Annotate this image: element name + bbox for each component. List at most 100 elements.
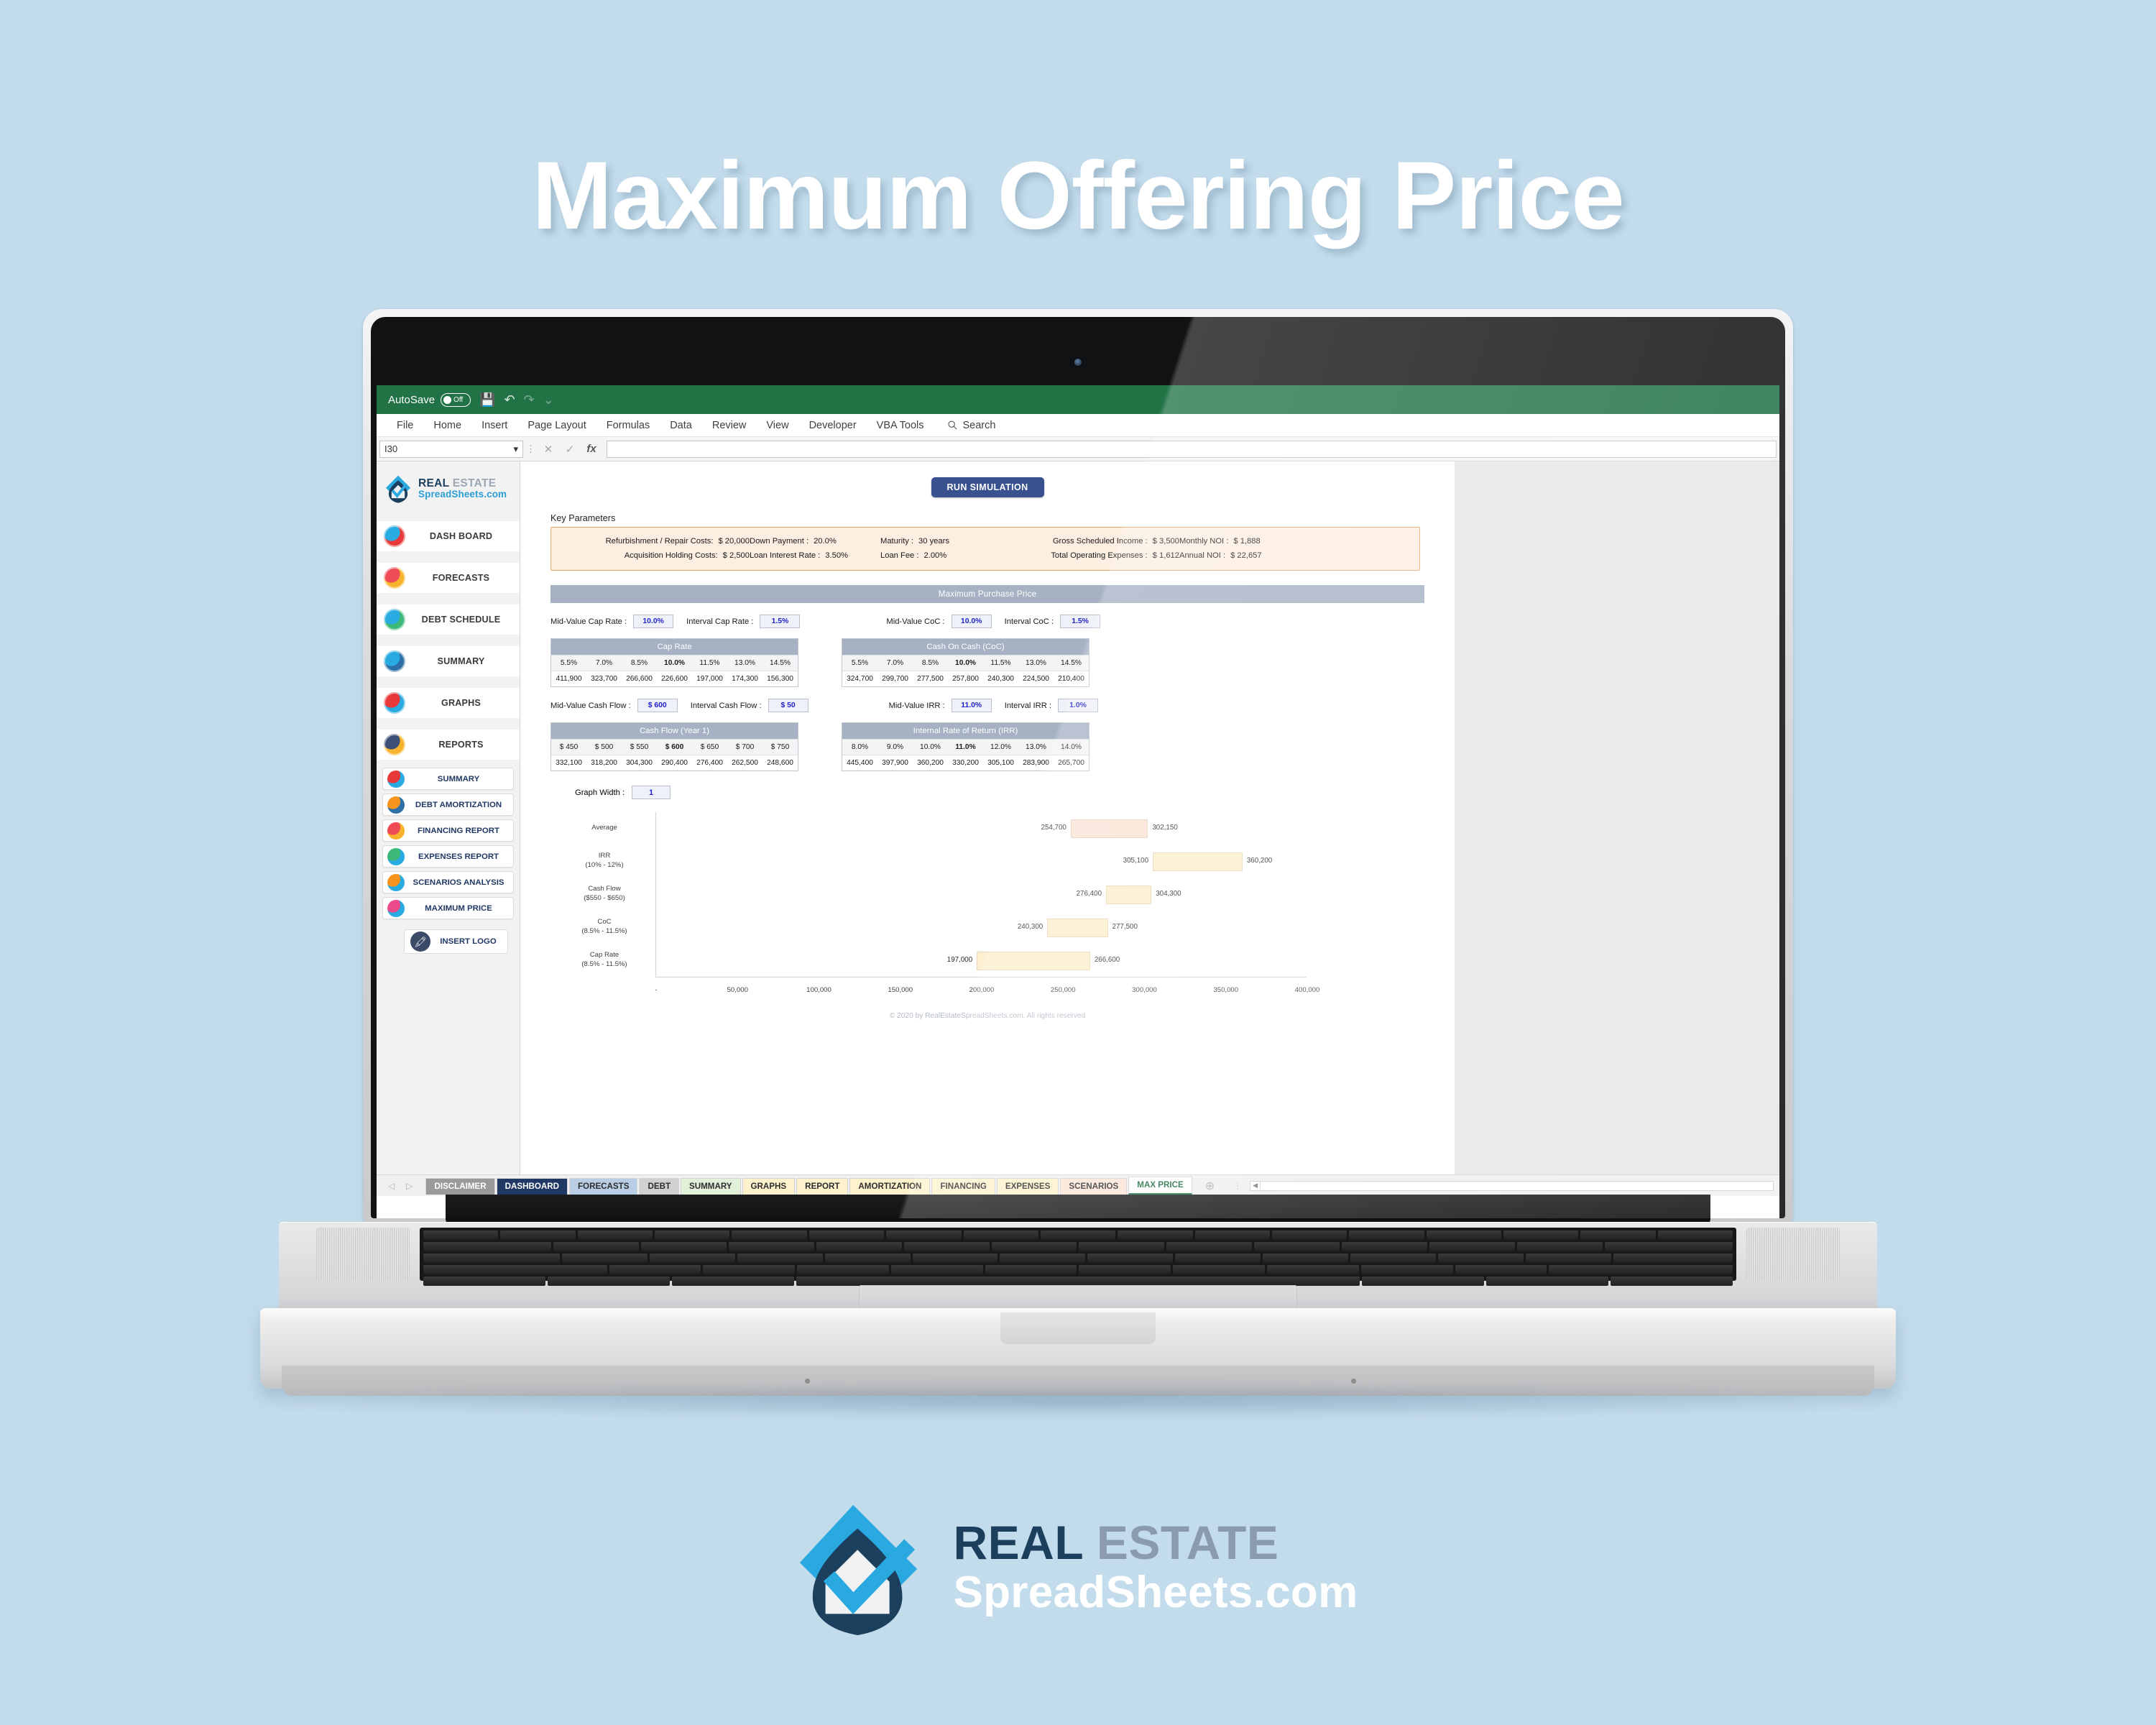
table-header-cell: $ 450 xyxy=(551,739,586,755)
table-value-cell: 397,900 xyxy=(877,755,913,770)
tab-prev-icon[interactable]: ◁ xyxy=(388,1181,395,1191)
sidebar-item-debt-amortization[interactable]: DEBT AMORTIZATION xyxy=(382,794,514,816)
table-header-cell: 7.0% xyxy=(877,655,913,671)
keyboard-key xyxy=(423,1265,607,1274)
mid-value-cash-flow-input[interactable]: $ 600 xyxy=(637,699,678,712)
sidebar-item-maximum-price[interactable]: MAXIMUM PRICE xyxy=(382,897,514,919)
undo-icon[interactable]: ↶ xyxy=(504,392,515,408)
sidebar-item-reports[interactable]: REPORTS xyxy=(377,729,520,760)
sheet-tab-graphs[interactable]: GRAPHS xyxy=(742,1178,796,1195)
sheet-tab-debt[interactable]: DEBT xyxy=(639,1178,680,1195)
ribbon-tab-data[interactable]: Data xyxy=(660,414,702,437)
ribbon-tab-review[interactable]: Review xyxy=(702,414,757,437)
ribbon-tab-page-layout[interactable]: Page Layout xyxy=(517,414,596,437)
tab-split-handle[interactable]: ⋮ xyxy=(1226,1181,1250,1191)
interval-coc-input[interactable]: 1.5% xyxy=(1060,615,1101,628)
mid-value-coc-input[interactable]: 10.0% xyxy=(951,615,992,628)
sheet-tab-expenses[interactable]: EXPENSES xyxy=(996,1178,1059,1195)
add-sheet-icon[interactable]: ⊕ xyxy=(1194,1179,1226,1193)
key-parameters-panel: Refurbishment / Repair Costs: $ 20,000 Dow… xyxy=(550,527,1420,571)
financing-icon xyxy=(387,822,405,840)
laptop-latch-notch xyxy=(1000,1312,1156,1344)
table-header-cell: 10.0% xyxy=(657,655,692,671)
sidebar-item-summary[interactable]: SUMMARY xyxy=(377,645,520,677)
interval-cash-flow-input[interactable]: $ 50 xyxy=(768,699,808,712)
sheet-tab-report[interactable]: REPORT xyxy=(796,1178,849,1195)
sheet-tab-dashboard[interactable]: DASHBOARD xyxy=(496,1178,568,1195)
keyboard-row xyxy=(423,1265,1733,1274)
sheet-tab-amortization[interactable]: AMORTIZATION xyxy=(849,1178,931,1195)
ribbon-tab-formulas[interactable]: Formulas xyxy=(596,414,660,437)
chevron-down-icon[interactable]: ▾ xyxy=(513,443,518,455)
sidebar-item-debt-schedule[interactable]: DEBT SCHEDULE xyxy=(377,604,520,635)
chart-category-line-2: (8.5% - 11.5%) xyxy=(581,960,627,968)
ribbon-tab-developer[interactable]: Developer xyxy=(799,414,867,437)
key-parameter-value: $ 1,888 xyxy=(1233,537,1261,546)
ribbon-search[interactable]: Search xyxy=(947,420,995,431)
run-simulation-button[interactable]: RUN SIMULATION xyxy=(931,477,1044,497)
key-parameter: Acquisition Holding Costs: $ 2,500 xyxy=(561,551,750,560)
brand-line-2: SpreadSheets.com xyxy=(418,489,507,500)
sheet-scroll-area[interactable]: RUN SIMULATION Key Parameters Refurbishm… xyxy=(520,461,1779,1174)
formula-bar-handle[interactable]: ⋮ xyxy=(526,443,536,455)
table-value-cell: 197,000 xyxy=(692,671,727,686)
table-title: Cash Flow (Year 1) xyxy=(551,723,798,739)
keyboard-key xyxy=(1455,1265,1547,1274)
speaker-grille-right xyxy=(1746,1228,1840,1281)
ribbon-tab-strip: File Home Insert Page Layout Formulas Da… xyxy=(377,414,1779,437)
ribbon-tab-file[interactable]: File xyxy=(387,414,423,437)
search-icon xyxy=(947,420,957,430)
sidebar-item-dash-board[interactable]: DASH BOARD xyxy=(377,520,520,552)
tab-nav-arrows[interactable]: ◁ ▷ xyxy=(381,1181,425,1191)
sidebar-item-label: SUMMARY xyxy=(437,656,485,666)
table-title: Cap Rate xyxy=(551,639,798,655)
tab-next-icon[interactable]: ▷ xyxy=(406,1181,413,1191)
save-icon[interactable]: 💾 xyxy=(479,392,495,408)
chart-x-tick-label: 250,000 xyxy=(1050,986,1076,994)
confirm-entry-icon[interactable]: ✓ xyxy=(561,443,579,456)
insert-function-icon[interactable]: fx xyxy=(582,443,601,455)
interval-irr-input-group: Interval IRR : 1.0% xyxy=(1005,699,1098,712)
interval-cap-rate-input[interactable]: 1.5% xyxy=(760,615,801,628)
ribbon-tab-view[interactable]: View xyxy=(756,414,798,437)
sidebar-item-financing-report[interactable]: FINANCING REPORT xyxy=(382,819,514,842)
sheet-tab-forecasts[interactable]: FORECASTS xyxy=(568,1178,638,1195)
sidebar-item-expenses-report[interactable]: EXPENSES REPORT xyxy=(382,845,514,868)
mid-value-cap-rate-input[interactable]: 10.0% xyxy=(633,615,674,628)
sidebar-item-graphs[interactable]: GRAPHS xyxy=(377,687,520,719)
customize-qat-icon[interactable]: ⌄ xyxy=(543,392,554,408)
ribbon-tab-home[interactable]: Home xyxy=(423,414,471,437)
sidebar-item-summary[interactable]: SUMMARY xyxy=(382,768,514,790)
sidebar-item-insert-logo[interactable]: 🖍 INSERT LOGO xyxy=(404,929,508,954)
chart-category-label: Cash Flow ($550 - $650) xyxy=(558,885,651,903)
key-parameter-value: $ 22,657 xyxy=(1230,551,1262,560)
graph-width-input[interactable]: 1 xyxy=(632,786,671,799)
table-value-cell: 224,500 xyxy=(1018,671,1054,686)
cancel-entry-icon[interactable]: ✕ xyxy=(539,443,558,456)
base-screw-right xyxy=(1351,1379,1356,1384)
sidebar-gap xyxy=(377,719,520,729)
scroll-left-icon[interactable]: ◀ xyxy=(1250,1182,1261,1190)
table-value-cell: 318,200 xyxy=(586,755,622,770)
keyboard-key xyxy=(1254,1242,1340,1251)
autosave-toggle[interactable]: Off xyxy=(441,392,471,407)
table-header-cell: 13.0% xyxy=(1018,739,1054,755)
sheet-tab-financing[interactable]: FINANCING xyxy=(931,1178,995,1195)
interval-irr-input[interactable]: 1.0% xyxy=(1058,699,1098,712)
table-value-cell: 266,600 xyxy=(622,671,657,686)
sheet-tab-scenarios[interactable]: SCENARIOS xyxy=(1060,1178,1128,1195)
horizontal-scrollbar[interactable]: ◀ xyxy=(1250,1180,1774,1191)
formula-input[interactable] xyxy=(607,440,1777,458)
sidebar-item-forecasts[interactable]: FORECASTS xyxy=(377,562,520,594)
ribbon-tab-insert[interactable]: Insert xyxy=(471,414,517,437)
sidebar-item-scenarios-analysis[interactable]: SCENARIOS ANALYSIS xyxy=(382,871,514,893)
sidebar-primary-nav: DASH BOARD FORECASTS DEBT SCHEDULE SUMMARY G… xyxy=(377,520,520,760)
sheet-tab-disclaimer[interactable]: DISCLAIMER xyxy=(425,1178,495,1195)
sheet-tab-summary[interactable]: SUMMARY xyxy=(681,1178,741,1195)
autosave-control[interactable]: AutoSave Off xyxy=(388,392,471,407)
mid-value-irr-input[interactable]: 11.0% xyxy=(951,699,992,712)
name-box[interactable]: I30 ▾ xyxy=(379,440,523,458)
sheet-tab-max-price[interactable]: MAX PRICE xyxy=(1128,1177,1192,1195)
ribbon-tab-vba-tools[interactable]: VBA Tools xyxy=(867,414,934,437)
redo-icon[interactable]: ↷ xyxy=(524,392,535,408)
